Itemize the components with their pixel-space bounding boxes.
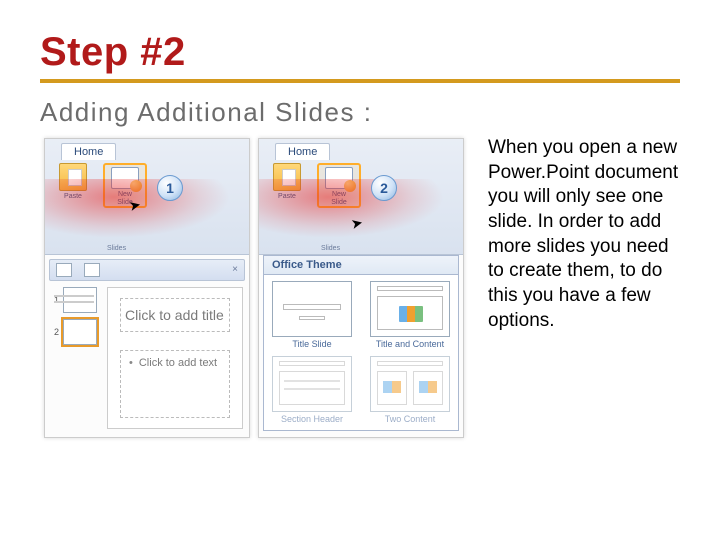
panel-band: × bbox=[49, 259, 245, 281]
new-slide-label: New Slide bbox=[319, 191, 359, 206]
clipboard-icon bbox=[59, 163, 87, 191]
layout-section-header[interactable]: Section Header bbox=[272, 356, 352, 425]
layout-label: Section Header bbox=[272, 415, 352, 425]
paste-button[interactable]: Paste bbox=[51, 163, 95, 200]
tab-home[interactable]: Home bbox=[275, 143, 330, 160]
thumbnail-strip: 1 2 bbox=[49, 287, 99, 351]
screenshot-2: Home Paste New Slide Slides 2 ➤ Offic bbox=[258, 138, 464, 438]
group-slides-label: Slides bbox=[321, 245, 340, 252]
ribbon: Home Paste New Slide Slides 2 ➤ bbox=[259, 139, 463, 255]
outline-tab-icon[interactable] bbox=[56, 263, 72, 277]
close-panel-icon[interactable]: × bbox=[232, 264, 238, 275]
screenshot-1: Home Paste New Slide Slides 1 ➤ bbox=[44, 138, 250, 438]
layout-label: Title and Content bbox=[370, 340, 450, 350]
gallery-row: Title Slide Title and Content bbox=[264, 275, 458, 350]
layout-thumb-icon bbox=[272, 356, 352, 412]
slides-tab-icon[interactable] bbox=[84, 263, 100, 277]
group-slides-label: Slides bbox=[107, 245, 126, 252]
callout-badge-2: 2 bbox=[371, 175, 397, 201]
new-slide-icon bbox=[325, 167, 353, 189]
body-bullet: Click to add text bbox=[129, 357, 221, 369]
clipboard-icon bbox=[273, 163, 301, 191]
page-title: Step #2 bbox=[40, 30, 680, 75]
gallery-header: Office Theme bbox=[264, 256, 458, 275]
description-text: When you open a new Power.Point document… bbox=[488, 134, 680, 334]
layout-label: Two Content bbox=[370, 415, 450, 425]
cursor-icon: ➤ bbox=[349, 214, 364, 233]
layout-label: Title Slide bbox=[272, 340, 352, 350]
page-subtitle: Adding Additional Slides : bbox=[40, 97, 680, 128]
gallery-row: Section Header Two Content bbox=[264, 350, 458, 425]
thumbnail-2[interactable]: 2 bbox=[49, 319, 99, 345]
thumbnail-number: 2 bbox=[49, 327, 59, 337]
layout-gallery: Office Theme Title Slide Title and Conte… bbox=[263, 255, 459, 431]
ribbon: Home Paste New Slide Slides 1 ➤ bbox=[45, 139, 249, 255]
thumbnail-preview bbox=[63, 287, 97, 313]
thumbnail-1[interactable]: 1 bbox=[49, 287, 99, 313]
title-rule: Step #2 bbox=[40, 30, 680, 83]
layout-thumb-icon bbox=[370, 281, 450, 337]
content-row: Home Paste New Slide Slides 1 ➤ bbox=[40, 134, 680, 442]
slide-container: Step #2 Adding Additional Slides : Home … bbox=[0, 0, 720, 442]
layout-title-slide[interactable]: Title Slide bbox=[272, 281, 352, 350]
paste-label: Paste bbox=[265, 193, 309, 200]
layout-title-and-content[interactable]: Title and Content bbox=[370, 281, 450, 350]
body-placeholder[interactable]: Click to add text bbox=[120, 350, 230, 418]
slide-editor: Click to add title Click to add text bbox=[107, 287, 243, 429]
paste-button[interactable]: Paste bbox=[265, 163, 309, 200]
new-slide-dropdown[interactable]: New Slide bbox=[317, 163, 361, 208]
layout-thumb-icon bbox=[272, 281, 352, 337]
thumbnail-preview bbox=[63, 319, 97, 345]
layout-thumb-icon bbox=[370, 356, 450, 412]
new-slide-icon bbox=[111, 167, 139, 189]
paste-label: Paste bbox=[51, 193, 95, 200]
layout-two-content[interactable]: Two Content bbox=[370, 356, 450, 425]
title-placeholder[interactable]: Click to add title bbox=[120, 298, 230, 332]
tab-home[interactable]: Home bbox=[61, 143, 116, 160]
screenshots-pair: Home Paste New Slide Slides 1 ➤ bbox=[40, 134, 468, 442]
callout-badge-1: 1 bbox=[157, 175, 183, 201]
